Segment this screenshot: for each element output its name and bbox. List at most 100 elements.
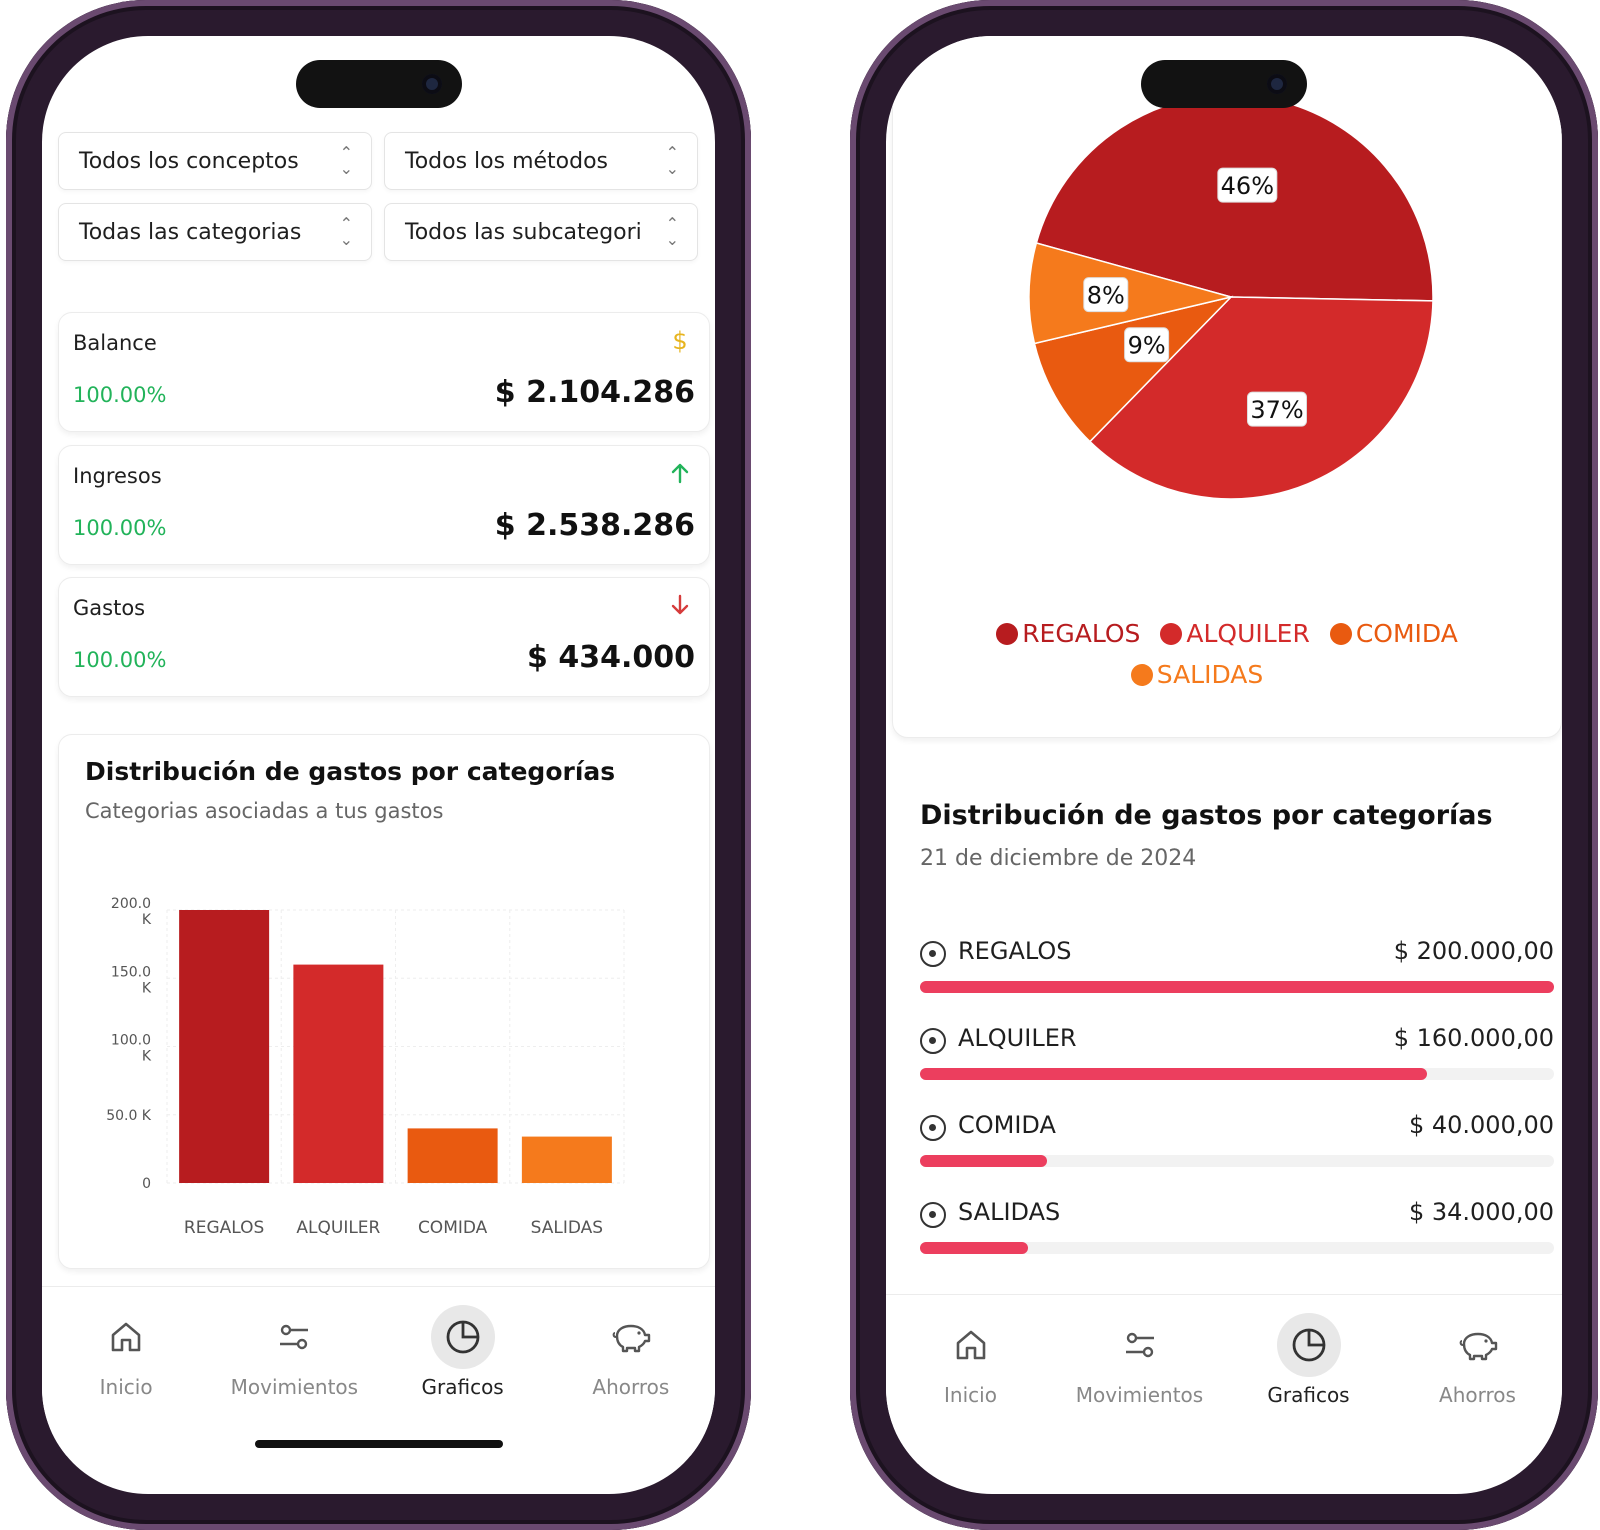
expenses-label: Gastos: [73, 596, 146, 620]
legend-dot: [1329, 622, 1352, 645]
legend-item-alquiler[interactable]: ALQUILER: [1160, 619, 1310, 648]
chevron-updown-icon: ⌃ ⌄: [339, 143, 353, 178]
arrow-up-icon: [671, 463, 689, 484]
expenses-card[interactable]: Gastos 100.00% $ 434.000: [58, 577, 710, 697]
progress-fill: [920, 1242, 1028, 1254]
bar-chart-title: Distribución de gastos por categorías: [85, 757, 616, 786]
bar-regalos[interactable]: [179, 910, 270, 1183]
sliders-icon: [262, 1305, 326, 1369]
bottom-nav-right: Inicio Movimientos Graficos Ahorros: [886, 1294, 1562, 1464]
list-item[interactable]: ALQUILER $ 160.000,00: [920, 1024, 1554, 1110]
filter-concepts-label: Todos los conceptos: [79, 148, 299, 174]
nav-label-graficos: Graficos: [421, 1375, 504, 1399]
nav-item-movimientos[interactable]: Movimientos: [1055, 1295, 1224, 1425]
progress-fill: [920, 981, 1554, 993]
piggy-bank-icon: [1446, 1313, 1510, 1377]
nav-item-ahorros[interactable]: Ahorros: [547, 1287, 715, 1417]
nav-item-ahorros[interactable]: Ahorros: [1393, 1295, 1562, 1425]
pie-chart: 46% 37% 9%8%: [1028, 94, 1434, 500]
filter-concepts[interactable]: Todos los conceptos ⌃ ⌄: [58, 132, 372, 190]
nav-label-ahorros: Ahorros: [1439, 1383, 1516, 1407]
y-tick-label: 200.0: [111, 896, 151, 912]
target-icon: [920, 1202, 946, 1228]
balance-card[interactable]: Balance $ 100.00% $ 2.104.286: [58, 312, 710, 432]
y-tick-label: 50.0 K: [106, 1108, 152, 1124]
expenses-amount: $ 434.000: [527, 640, 695, 675]
camera-icon: [421, 74, 442, 94]
bar-chart-subtitle: Categorias asociadas a tus gastos: [85, 799, 444, 823]
nav-item-movimientos[interactable]: Movimientos: [210, 1287, 378, 1417]
progress-fill: [920, 1155, 1047, 1167]
distribution-card: Distribución de gastos por categorías 21…: [892, 788, 1562, 1328]
filter-categories[interactable]: Todas las categorias ⌃ ⌄: [58, 203, 372, 261]
legend-item-comida[interactable]: COMIDA: [1329, 619, 1458, 648]
nav-item-graficos[interactable]: Graficos: [379, 1287, 547, 1417]
legend-label-salidas: SALIDAS: [1156, 660, 1264, 689]
x-tick-label: REGALOS: [184, 1218, 264, 1238]
camera-icon: [1267, 74, 1287, 94]
nav-item-graficos[interactable]: Graficos: [1224, 1295, 1393, 1425]
nav-label-movimientos: Movimientos: [230, 1375, 359, 1399]
distribution-title: Distribución de gastos por categorías: [920, 800, 1493, 831]
category-value: $ 40.000,00: [1408, 1111, 1554, 1139]
legend-dot: [996, 622, 1019, 645]
filter-subcategories[interactable]: Todos las subcategori ⌃ ⌄: [384, 203, 698, 261]
nav-item-inicio[interactable]: Inicio: [886, 1295, 1055, 1425]
dynamic-island: [295, 60, 462, 108]
legend-label-comida: COMIDA: [1355, 619, 1458, 648]
y-tick-label: K: [142, 912, 152, 928]
nav-label-graficos: Graficos: [1267, 1383, 1350, 1407]
home-icon: [939, 1313, 1003, 1377]
legend-item-regalos[interactable]: REGALOS: [996, 619, 1140, 648]
y-tick-label: 150.0: [111, 964, 151, 980]
progress-track: [920, 1242, 1554, 1254]
bar-comida[interactable]: [407, 1128, 498, 1183]
phone-right: 46% 37% 9% 8% REGALOS ALQUILER COMIDA SALID…: [850, 0, 1598, 1530]
filter-subcategories-label: Todos las subcategori: [405, 219, 642, 245]
nav-item-inicio[interactable]: Inicio: [42, 1287, 210, 1417]
chevron-updown-icon: ⌃ ⌄: [665, 143, 679, 178]
legend-label-alquiler: ALQUILER: [1186, 619, 1310, 648]
target-icon: [920, 941, 946, 967]
bar-alquiler[interactable]: [293, 964, 384, 1183]
pie-chart-card: 46% 37% 9% 8% REGALOS ALQUILER COMIDA SALID…: [892, 36, 1562, 738]
screen-left: Todos los conceptos ⌃ ⌄ Todos los métodos…: [42, 36, 715, 1494]
pie-data-label: 8%: [1087, 282, 1125, 310]
category-name: COMIDA: [958, 1111, 1056, 1139]
target-icon: [920, 1028, 946, 1054]
screen-right: 46% 37% 9% 8% REGALOS ALQUILER COMIDA SALID…: [886, 36, 1562, 1494]
chevron-updown-icon: ⌃ ⌄: [339, 214, 353, 249]
list-item[interactable]: SALIDAS $ 34.000,00: [920, 1198, 1554, 1284]
y-tick-label: K: [142, 1049, 152, 1065]
x-tick-label: ALQUILER: [296, 1218, 380, 1238]
list-item[interactable]: COMIDA $ 40.000,00: [920, 1111, 1554, 1197]
income-card[interactable]: Ingresos 100.00% $ 2.538.286: [58, 445, 710, 565]
progress-track: [920, 981, 1554, 993]
pie-data-label: 9%: [1128, 332, 1166, 360]
pie-data-label: 46%: [1221, 172, 1274, 200]
expenses-percent: 100.00%: [73, 648, 167, 672]
legend-item-salidas[interactable]: SALIDAS: [1130, 660, 1264, 689]
y-tick-label: 100.0: [111, 1033, 151, 1049]
progress-fill: [920, 1068, 1428, 1080]
list-item[interactable]: REGALOS $ 200.000,00: [920, 937, 1554, 1023]
nav-label-movimientos: Movimientos: [1075, 1383, 1204, 1407]
category-value: $ 34.000,00: [1408, 1198, 1554, 1226]
home-indicator[interactable]: [254, 1440, 503, 1448]
pie-chart-icon: [430, 1305, 495, 1369]
legend-label-regalos: REGALOS: [1022, 619, 1141, 648]
pie-chart-icon: [1276, 1313, 1341, 1377]
pie-data-label: 37%: [1250, 396, 1303, 424]
pie-legend-row-1: REGALOS ALQUILER COMIDA: [893, 619, 1561, 651]
nav-label-inicio: Inicio: [944, 1383, 997, 1407]
x-tick-label: SALIDAS: [531, 1218, 603, 1238]
bar-salidas[interactable]: [521, 1136, 612, 1183]
bar-chart-card: Distribución de gastos por categorías Ca…: [58, 734, 710, 1269]
filter-methods[interactable]: Todos los métodos ⌃ ⌄: [384, 132, 698, 190]
x-tick-label: COMIDA: [418, 1218, 488, 1238]
legend-dot: [1130, 663, 1153, 686]
category-name: ALQUILER: [958, 1024, 1077, 1052]
home-icon: [94, 1305, 158, 1369]
category-name: REGALOS: [958, 937, 1072, 965]
income-label: Ingresos: [73, 464, 162, 488]
